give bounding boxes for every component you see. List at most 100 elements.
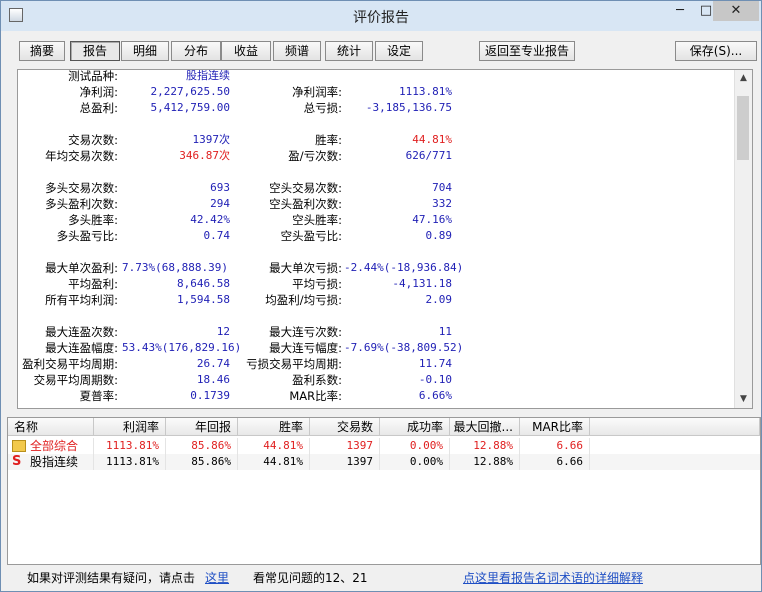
tab-statistics[interactable]: 统计 <box>325 41 373 61</box>
grid-column-header[interactable]: 成功率 <box>380 418 450 436</box>
report-label: 最大连盈次数: <box>45 325 118 339</box>
report-row: 最大连盈幅度: 53.43%(176,829.16) 最大连亏幅度: -7.69%(-… <box>18 340 734 356</box>
report-row: 最大连盈次数: 12 最大连亏次数: 11 <box>18 324 734 340</box>
report-panel: 测试品种: 股指连续 净利润: 2,227,625.50 净利润率: 1113.81% 总盈… <box>17 69 753 409</box>
report-label: 空头盈亏比: <box>280 229 342 243</box>
grid-cell: 85.86% <box>166 454 238 470</box>
report-label: 盈利交易平均周期: <box>22 357 118 371</box>
grid-cell: 85.86% <box>166 438 238 454</box>
grid-column-header[interactable]: 胜率 <box>238 418 310 436</box>
report-row: 交易次数: 1397次 胜率: 44.81% <box>18 132 734 148</box>
report-value: 5,412,759.00 <box>150 101 230 114</box>
report-label: MAR比率: <box>289 389 342 403</box>
report-label: 多头交易次数: <box>45 181 118 195</box>
grid-cell: 1397 <box>310 438 380 454</box>
report-label: 所有平均利润: <box>45 293 118 307</box>
report-value: -7.69%(-38,809.52) <box>344 341 464 354</box>
report-value: 346.87次 <box>179 149 230 162</box>
status-text: 如果对评测结果有疑问，请点击 <box>27 571 196 585</box>
report-spacer <box>18 116 734 132</box>
report-label: 最大单次亏损: <box>269 261 342 275</box>
status-bar: 如果对评测结果有疑问，请点击 这里 看常见问题的12、21 点这里看报告名词术语… <box>7 567 759 589</box>
tab-settings[interactable]: 设定 <box>375 41 423 61</box>
report-label: 夏普率: <box>79 389 118 403</box>
report-label: 总亏损: <box>303 101 342 115</box>
tab-income[interactable]: 收益 <box>221 41 271 61</box>
report-row: 盈利交易平均周期: 26.74 亏损交易平均周期: 11.74 <box>18 356 734 372</box>
close-button[interactable]: ✕ <box>713 1 759 21</box>
grid-column-header[interactable]: 年回报 <box>166 418 238 436</box>
results-grid: 名称 利润率 年回报 胜率 交易数 成功率 最大回撤... MAR比率 全部综合 1113.81… <box>7 417 761 565</box>
report-row: 多头盈亏比: 0.74 空头盈亏比: 0.89 <box>18 228 734 244</box>
grid-cell: 12.88% <box>450 454 520 470</box>
report-value: -2.44%(-18,936.84) <box>344 261 464 274</box>
grid-column-header[interactable]: 最大回撤... <box>450 418 520 436</box>
report-label: 盈/亏次数: <box>288 149 342 163</box>
title-bar[interactable]: 评价报告 ─ □ ✕ <box>1 1 761 31</box>
report-label: 盈利系数: <box>292 373 342 387</box>
report-label: 空头胜率: <box>292 213 342 227</box>
report-label: 净利润率: <box>292 85 342 99</box>
scroll-thumb[interactable] <box>737 96 749 160</box>
tab-spectrum[interactable]: 频谱 <box>273 41 321 61</box>
report-spacer <box>18 244 734 260</box>
report-label: 总盈利: <box>79 101 118 115</box>
report-value: 11.74 <box>418 357 452 370</box>
grid-cell: 6.66 <box>520 454 590 470</box>
report-label: 亏损交易平均周期: <box>246 357 342 371</box>
grid-column-header[interactable]: 交易数 <box>310 418 380 436</box>
report-value: 0.1739 <box>190 389 230 402</box>
report-value: -4,131.18 <box>392 277 452 290</box>
grid-cell: 44.81% <box>238 438 310 454</box>
report-value: 0.89 <box>425 229 453 242</box>
grid-cell: 0.00% <box>380 438 450 454</box>
report-row: 多头盈利次数: 294 空头盈利次数: 332 <box>18 196 734 212</box>
report-value: 6.66% <box>418 389 452 402</box>
report-row: 多头交易次数: 693 空头交易次数: 704 <box>18 180 734 196</box>
report-value: 704 <box>432 181 452 194</box>
tab-report[interactable]: 报告 <box>70 41 120 61</box>
report-row: 年均交易次数: 346.87次 盈/亏次数: 626/771 <box>18 148 734 164</box>
tab-distribution[interactable]: 分布 <box>171 41 221 61</box>
report-window: 评价报告 ─ □ ✕ 摘要 报告 明细 分布 收益 频谱 统计 设定 返回至专业… <box>0 0 762 592</box>
minimize-button[interactable]: ─ <box>667 1 693 21</box>
report-value: 47.16% <box>412 213 452 226</box>
report-value: 1397次 <box>192 133 231 146</box>
tab-summary[interactable]: 摘要 <box>19 41 65 61</box>
back-to-pro-report-button[interactable]: 返回至专业报告 <box>479 41 575 61</box>
report-label: 空头盈利次数: <box>269 197 342 211</box>
save-button[interactable]: 保存(S)... <box>675 41 757 61</box>
report-label: 多头胜率: <box>68 213 118 227</box>
grid-row[interactable]: 全部综合 1113.81% 85.86% 44.81% 1397 0.00% 12.88% 6… <box>8 438 760 454</box>
report-label: 平均盈利: <box>68 277 118 291</box>
strategy-s-icon: S <box>12 454 22 469</box>
report-value: 332 <box>432 197 452 210</box>
report-spacer <box>18 164 734 180</box>
report-row: 多头胜率: 42.42% 空头胜率: 47.16% <box>18 212 734 228</box>
report-label: 交易次数: <box>68 133 118 147</box>
report-value: 2.09 <box>425 293 453 306</box>
grid-cell: 6.66 <box>520 438 590 454</box>
report-label: 最大连亏幅度: <box>269 341 342 355</box>
grid-header-filler <box>590 418 760 436</box>
grid-column-header[interactable]: 名称 <box>8 418 94 436</box>
report-value: 0.74 <box>203 229 231 242</box>
glossary-link[interactable]: 点这里看报告名词术语的详细解释 <box>463 567 643 589</box>
report-label: 胜率: <box>315 133 342 147</box>
scroll-down-icon[interactable]: ▼ <box>735 391 752 408</box>
scroll-up-icon[interactable]: ▲ <box>735 70 752 87</box>
folder-icon <box>12 440 26 452</box>
report-row: 所有平均利润: 1,594.58 均盈利/均亏损: 2.09 <box>18 292 734 308</box>
tab-detail[interactable]: 明细 <box>121 41 169 61</box>
grid-column-header[interactable]: MAR比率 <box>520 418 590 436</box>
report-scrollbar[interactable]: ▲ ▼ <box>734 70 752 408</box>
report-value: 7.73%(68,888.39) <box>122 261 228 274</box>
grid-column-header[interactable]: 利润率 <box>94 418 166 436</box>
report-label: 最大连盈幅度: <box>45 341 118 355</box>
grid-cell: 1397 <box>310 454 380 470</box>
faq-link[interactable]: 这里 <box>205 567 229 589</box>
report-label: 最大单次盈利: <box>45 261 118 275</box>
report-label: 空头交易次数: <box>269 181 342 195</box>
report-value: 1113.81% <box>399 85 452 98</box>
grid-row[interactable]: 股指连续 1113.81% 85.86% 44.81% 1397 0.00% 12.88% 6… <box>8 454 760 470</box>
